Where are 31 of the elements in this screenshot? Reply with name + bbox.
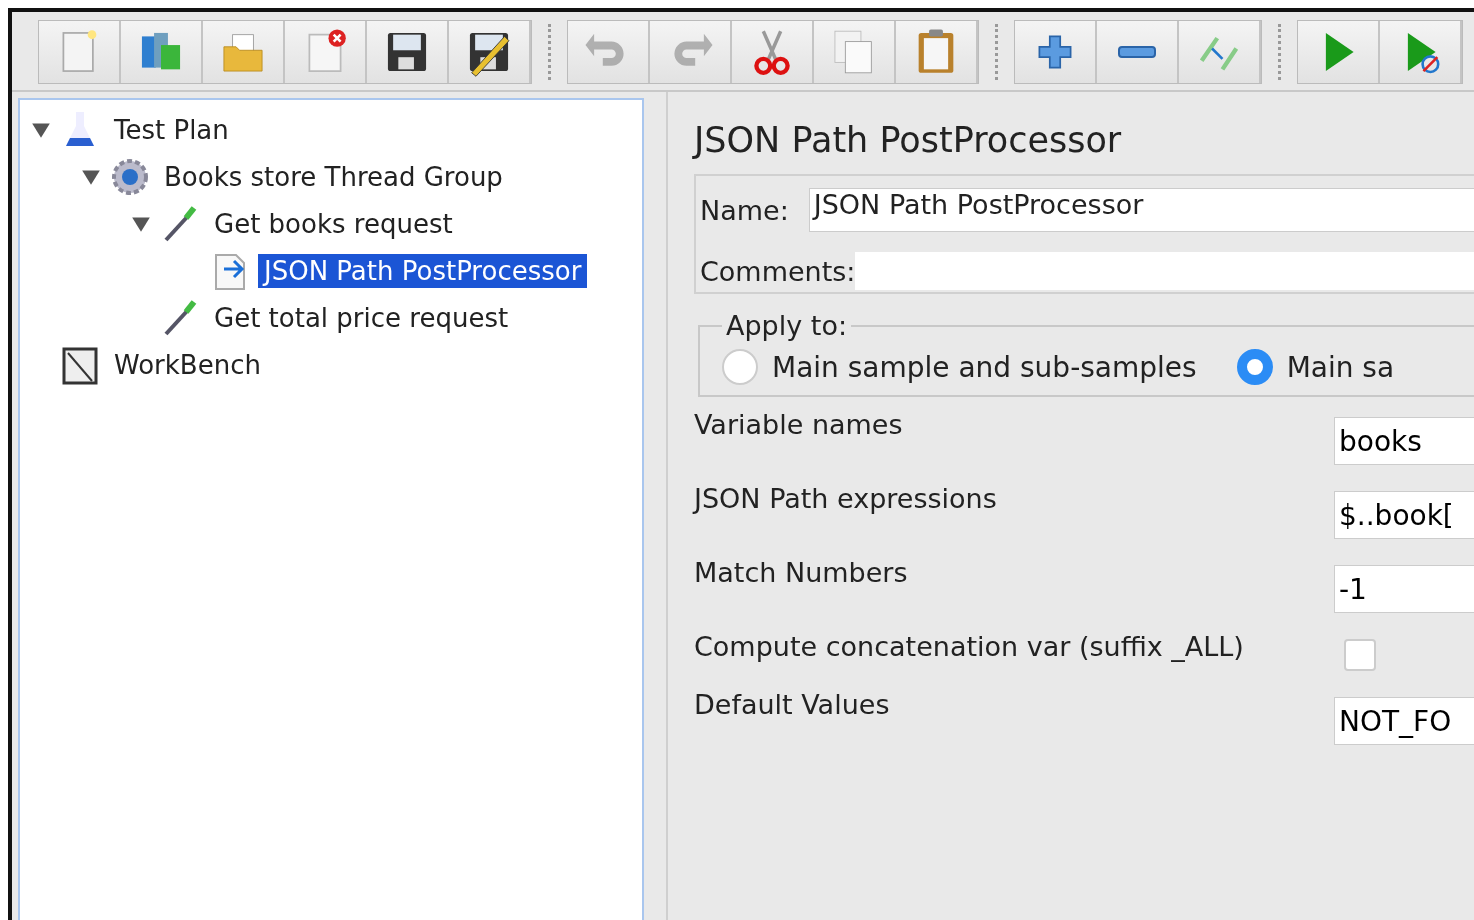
text-field[interactable]: $..book[ [1334,491,1474,539]
field-label: JSON Path expressions [694,483,998,514]
radio-button[interactable] [1236,349,1273,385]
text-field[interactable]: books [1334,417,1474,465]
apply-to-legend: Apply to: [722,310,851,341]
toolbar-button[interactable] [367,21,449,83]
radio-button[interactable] [722,349,758,385]
tree-item[interactable]: Books store Thread Group [158,159,509,194]
tree-item[interactable]: Test Plan [108,112,235,147]
tree-item[interactable]: Get books request [208,206,459,241]
field-label: Compute concatenation var (suffix _ALL) [694,631,1245,662]
tree-item[interactable]: JSON Path PostProcessor [258,253,588,288]
tree-item[interactable]: WorkBench [108,347,267,382]
name-field[interactable]: JSON Path PostProcessor [808,188,1474,232]
toolbar-button[interactable] [1015,21,1097,83]
field-label: Variable names [694,409,904,440]
tree-item[interactable]: Get total price request [208,300,515,335]
radio-label[interactable]: Main sample and sub-samples [772,350,1197,384]
text-field[interactable]: -1 [1334,565,1474,613]
radio-label[interactable]: Main sa [1286,350,1395,384]
field-label: Default Values [694,689,891,720]
collapse-icon [1117,45,1157,59]
comments-label: Comments: [700,255,856,287]
gear-icon [110,156,150,197]
panel-title: JSON Path PostProcessor [694,120,1123,160]
name-label: Name: [700,194,789,226]
checkbox[interactable] [1344,639,1376,671]
field-label: Match Numbers [694,557,909,588]
toolbar-button[interactable] [449,21,531,83]
toolbar-button[interactable] [1097,21,1179,83]
text-field[interactable]: NOT_FO [1334,697,1474,745]
